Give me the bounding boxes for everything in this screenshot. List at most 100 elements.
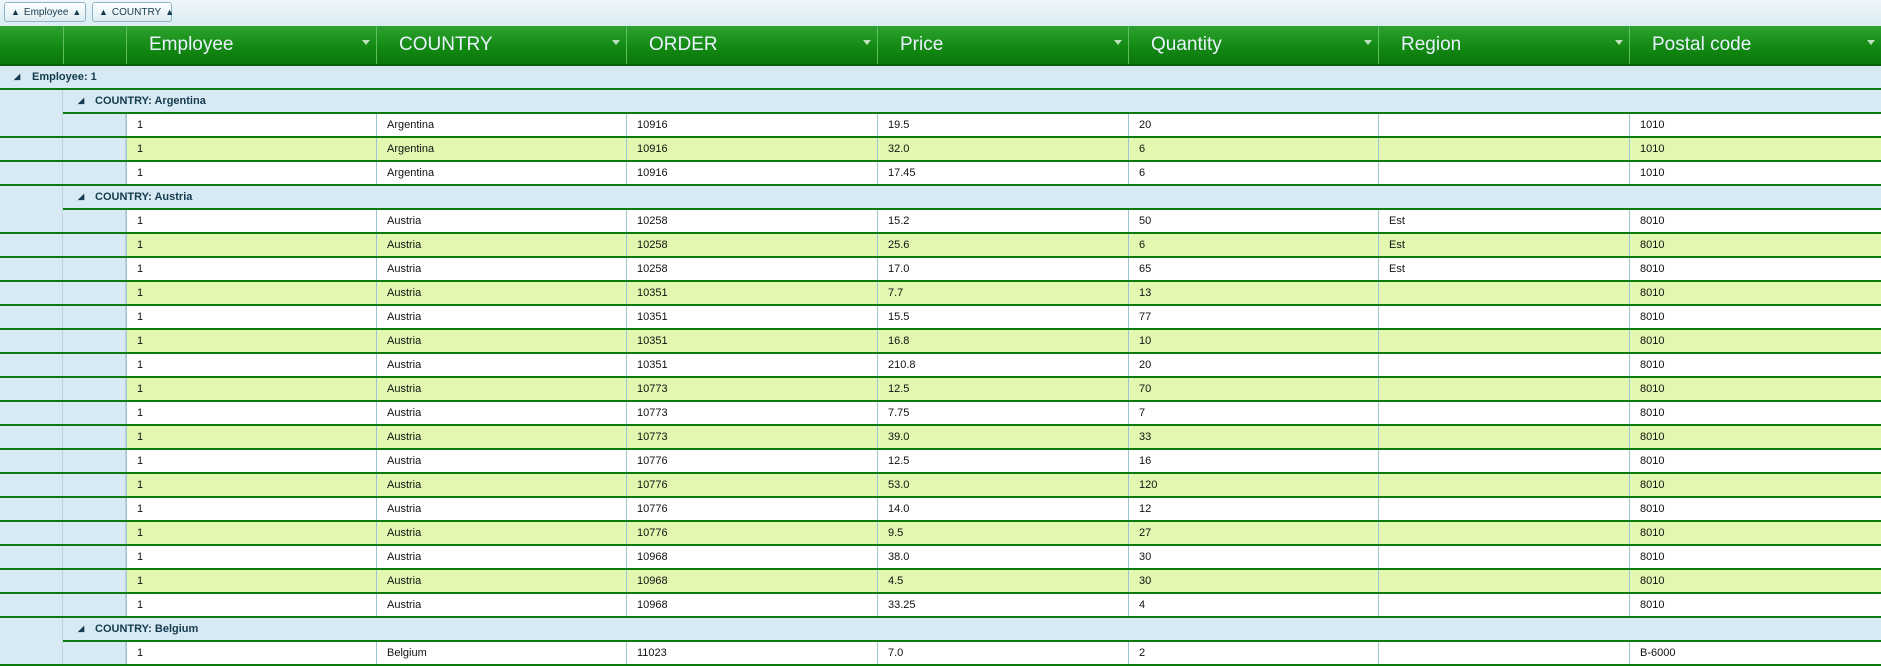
cell-country[interactable]: Austria [376,234,626,256]
chevron-down-icon[interactable] [1615,40,1623,45]
cell-quantity[interactable]: 27 [1128,522,1378,544]
cell-order[interactable]: 10916 [626,114,877,136]
cell-order[interactable]: 10776 [626,474,877,496]
table-row[interactable]: 1 Austria 10968 38.0 30 8010 [0,546,1881,570]
cell-country[interactable]: Austria [376,522,626,544]
table-row[interactable]: 1 Argentina 10916 32.0 6 1010 [0,138,1881,162]
cell-postal-code[interactable]: 8010 [1629,546,1881,568]
cell-region[interactable] [1378,282,1629,304]
cell-quantity[interactable]: 6 [1128,162,1378,184]
cell-employee[interactable]: 1 [126,426,376,448]
column-header-postal-code[interactable]: Postal code [1629,26,1881,64]
table-row[interactable]: 1 Belgium 11023 7.0 2 B-6000 [0,642,1881,666]
cell-country[interactable]: Austria [376,474,626,496]
cell-employee[interactable]: 1 [126,234,376,256]
table-row[interactable]: 1 Austria 10776 9.5 27 8010 [0,522,1881,546]
table-row[interactable]: 1 Austria 10776 14.0 12 8010 [0,498,1881,522]
group-row-country[interactable]: ◢ COUNTRY: Austria [0,186,1881,210]
cell-region[interactable] [1378,546,1629,568]
cell-price[interactable]: 19.5 [877,114,1128,136]
table-row[interactable]: 1 Austria 10351 16.8 10 8010 [0,330,1881,354]
cell-country[interactable]: Austria [376,426,626,448]
cell-postal-code[interactable]: 8010 [1629,354,1881,376]
cell-region[interactable] [1378,474,1629,496]
cell-employee[interactable]: 1 [126,450,376,472]
cell-price[interactable]: 12.5 [877,450,1128,472]
cell-region[interactable] [1378,402,1629,424]
table-row[interactable]: 1 Austria 10773 7.75 7 8010 [0,402,1881,426]
cell-country[interactable]: Austria [376,306,626,328]
cell-region[interactable] [1378,378,1629,400]
table-row[interactable]: 1 Austria 10258 17.0 65 Est 8010 [0,258,1881,282]
cell-price[interactable]: 39.0 [877,426,1128,448]
cell-quantity[interactable]: 6 [1128,234,1378,256]
group-chip-country[interactable]: ▲ COUNTRY ▲ [92,2,174,22]
cell-order[interactable]: 10773 [626,426,877,448]
cell-order[interactable]: 10916 [626,162,877,184]
chevron-down-icon[interactable] [362,40,370,45]
cell-quantity[interactable]: 2 [1128,642,1378,664]
cell-region[interactable] [1378,354,1629,376]
cell-postal-code[interactable]: 1010 [1629,114,1881,136]
cell-postal-code[interactable]: 1010 [1629,138,1881,160]
cell-region[interactable] [1378,114,1629,136]
cell-country[interactable]: Austria [376,570,626,592]
cell-order[interactable]: 10968 [626,570,877,592]
collapse-toggle-icon[interactable]: ◢ [14,66,20,88]
cell-quantity[interactable]: 6 [1128,138,1378,160]
cell-quantity[interactable]: 33 [1128,426,1378,448]
cell-employee[interactable]: 1 [126,522,376,544]
cell-postal-code[interactable]: 8010 [1629,498,1881,520]
cell-quantity[interactable]: 30 [1128,570,1378,592]
cell-employee[interactable]: 1 [126,114,376,136]
column-header-employee[interactable]: Employee [126,26,376,64]
table-row[interactable]: 1 Austria 10258 25.6 6 Est 8010 [0,234,1881,258]
cell-order[interactable]: 10968 [626,594,877,616]
cell-country[interactable]: Austria [376,498,626,520]
cell-postal-code[interactable]: 8010 [1629,210,1881,232]
cell-region[interactable] [1378,594,1629,616]
cell-price[interactable]: 38.0 [877,546,1128,568]
cell-quantity[interactable]: 10 [1128,330,1378,352]
cell-country[interactable]: Austria [376,354,626,376]
cell-employee[interactable]: 1 [126,138,376,160]
cell-country[interactable]: Argentina [376,138,626,160]
table-row[interactable]: 1 Austria 10776 53.0 120 8010 [0,474,1881,498]
cell-order[interactable]: 10258 [626,234,877,256]
cell-region[interactable] [1378,498,1629,520]
cell-quantity[interactable]: 70 [1128,378,1378,400]
cell-price[interactable]: 14.0 [877,498,1128,520]
cell-country[interactable]: Austria [376,282,626,304]
cell-quantity[interactable]: 4 [1128,594,1378,616]
cell-postal-code[interactable]: 8010 [1629,282,1881,304]
cell-employee[interactable]: 1 [126,258,376,280]
cell-region[interactable] [1378,138,1629,160]
cell-price[interactable]: 12.5 [877,378,1128,400]
group-row-country[interactable]: ◢ COUNTRY: Argentina [0,90,1881,114]
cell-employee[interactable]: 1 [126,642,376,664]
cell-employee[interactable]: 1 [126,306,376,328]
chevron-down-icon[interactable] [1114,40,1122,45]
cell-employee[interactable]: 1 [126,570,376,592]
cell-quantity[interactable]: 12 [1128,498,1378,520]
cell-order[interactable]: 10776 [626,450,877,472]
table-row[interactable]: 1 Austria 10968 4.5 30 8010 [0,570,1881,594]
table-row[interactable]: 1 Austria 10351 15.5 77 8010 [0,306,1881,330]
table-row[interactable]: 1 Austria 10776 12.5 16 8010 [0,450,1881,474]
cell-employee[interactable]: 1 [126,498,376,520]
cell-region[interactable] [1378,642,1629,664]
cell-country[interactable]: Austria [376,330,626,352]
column-header-order[interactable]: ORDER [626,26,877,64]
cell-postal-code[interactable]: 8010 [1629,522,1881,544]
cell-quantity[interactable]: 13 [1128,282,1378,304]
cell-order[interactable]: 10351 [626,306,877,328]
cell-quantity[interactable]: 7 [1128,402,1378,424]
cell-quantity[interactable]: 77 [1128,306,1378,328]
cell-order[interactable]: 10351 [626,354,877,376]
cell-quantity[interactable]: 20 [1128,114,1378,136]
cell-price[interactable]: 15.2 [877,210,1128,232]
table-row[interactable]: 1 Austria 10773 39.0 33 8010 [0,426,1881,450]
cell-postal-code[interactable]: 8010 [1629,258,1881,280]
cell-price[interactable]: 17.45 [877,162,1128,184]
cell-employee[interactable]: 1 [126,594,376,616]
